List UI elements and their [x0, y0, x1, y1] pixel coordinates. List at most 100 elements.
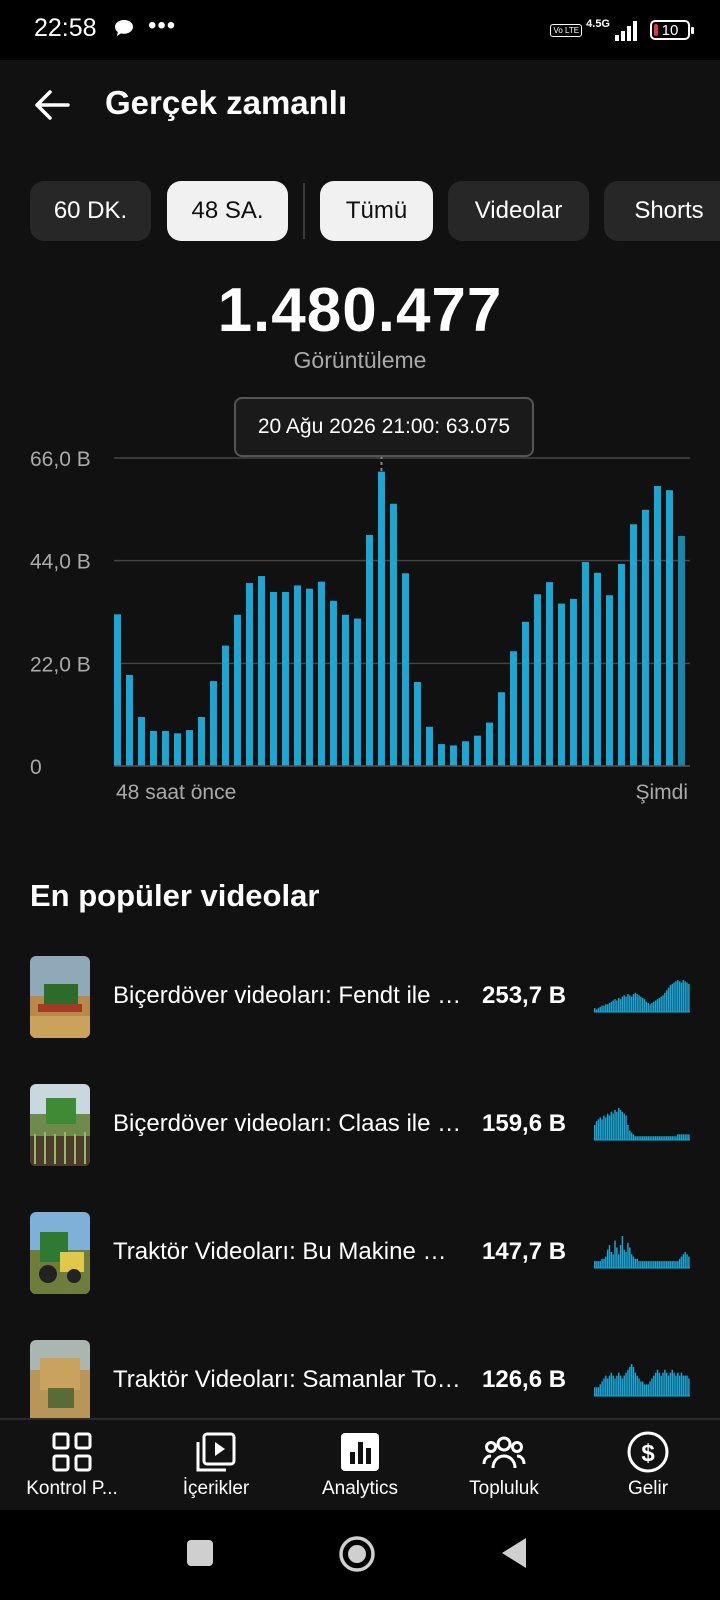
chart-bar[interactable] [282, 591, 289, 766]
spark-bar [678, 981, 681, 1012]
chart-bar[interactable] [606, 595, 613, 766]
spark-bar [599, 1117, 601, 1140]
chart-bar[interactable] [294, 585, 301, 766]
chart-bar[interactable] [474, 735, 481, 766]
chart-bar[interactable] [654, 486, 661, 766]
spark-bar [632, 1256, 635, 1268]
spark-bar [638, 995, 640, 1012]
app-header: Gerçek zamanlı [0, 60, 720, 150]
chart-bar[interactable] [666, 490, 673, 766]
chart-bar[interactable] [510, 651, 517, 766]
spark-bar [654, 1372, 657, 1396]
spark-bar [601, 1005, 603, 1012]
spark-bar [649, 1381, 651, 1396]
chart-bar[interactable] [522, 621, 529, 766]
video-sparkline [594, 1364, 690, 1397]
chart-bar[interactable] [198, 717, 205, 766]
chart-bar[interactable] [390, 503, 397, 766]
chart-bar[interactable] [378, 471, 385, 766]
chart-bar[interactable] [630, 524, 637, 766]
spark-bar [660, 1136, 662, 1140]
spark-bar [656, 1369, 659, 1396]
video-row[interactable]: Traktör Videoları: Bu Makine Çok Güçlü 1… [0, 1196, 720, 1324]
chart-bar[interactable] [330, 600, 337, 766]
chart-bar[interactable] [138, 717, 145, 766]
spark-bar [673, 1372, 675, 1396]
chart-bar[interactable] [462, 741, 469, 766]
chart-bar[interactable] [414, 682, 421, 766]
chip-60-minutes[interactable]: 60 DK. [30, 181, 151, 241]
chart-bar[interactable] [498, 692, 505, 766]
spark-bar [608, 1003, 611, 1012]
battery-icon: 10 [650, 20, 694, 40]
chart-bar[interactable] [162, 731, 169, 766]
spark-bar [595, 1121, 598, 1140]
chart-bar[interactable] [234, 614, 241, 766]
chart-bar[interactable] [558, 603, 565, 766]
chart-bar[interactable] [642, 509, 649, 766]
nav-label: Analytics [321, 1478, 399, 1499]
spark-bar [664, 992, 666, 1012]
chart-bar[interactable] [618, 563, 625, 766]
chart-bar[interactable] [246, 583, 253, 766]
spark-bar [632, 994, 635, 1012]
nav-analytics[interactable]: Analytics [288, 1420, 432, 1512]
spark-bar [621, 996, 624, 1012]
chart-bar[interactable] [438, 744, 445, 766]
spark-bar [660, 996, 662, 1012]
chip-all[interactable]: Tümü [320, 181, 433, 241]
spark-bar [612, 1113, 614, 1140]
chart-bar[interactable] [366, 535, 373, 766]
spark-bar [669, 1261, 672, 1268]
chart-bar[interactable] [678, 535, 685, 766]
spark-bar [619, 1245, 622, 1268]
nav-earn[interactable]: $ Gelir [576, 1420, 720, 1512]
chart-bar[interactable] [318, 581, 325, 766]
spark-bar [660, 1375, 662, 1396]
chart-bar[interactable] [594, 572, 601, 766]
chart-bar[interactable] [570, 598, 577, 766]
nav-community[interactable]: Topluluk [432, 1420, 576, 1512]
spark-bar [667, 1136, 670, 1140]
spark-bar [664, 1369, 666, 1396]
spark-bar [662, 1136, 664, 1140]
chart-bar[interactable] [354, 618, 361, 766]
chip-48-hours[interactable]: 48 SA. [167, 181, 288, 241]
spark-bar [645, 1001, 648, 1012]
arrow-left-icon[interactable] [32, 85, 72, 125]
chart-bar[interactable] [426, 726, 433, 766]
recents-icon[interactable] [186, 1539, 214, 1567]
chart-bar[interactable] [126, 675, 133, 766]
spark-bar [612, 1375, 614, 1396]
status-time: 22:58 [34, 14, 97, 42]
video-title: Traktör Videoları: Samanlar Toplanıyor [113, 1366, 463, 1393]
spark-bar [669, 985, 672, 1012]
chart-bar[interactable] [486, 722, 493, 766]
chart-bar[interactable] [450, 745, 457, 766]
spark-bar [656, 999, 659, 1012]
spark-bar [664, 1261, 666, 1268]
nav-content[interactable]: İçerikler [144, 1420, 288, 1512]
video-row[interactable]: Traktör Videoları: Samanlar Toplanıyor 1… [0, 1324, 720, 1418]
chart-bar[interactable] [222, 645, 229, 766]
chart-bar[interactable] [342, 614, 349, 766]
chart-bar[interactable] [306, 588, 313, 766]
chart-bar[interactable] [270, 591, 277, 766]
chart-bar[interactable] [114, 614, 121, 766]
back-nav-icon[interactable] [500, 1536, 528, 1570]
chart-bar[interactable] [186, 730, 193, 766]
chip-videos[interactable]: Videolar [448, 181, 589, 241]
chart-bar[interactable] [150, 731, 157, 766]
chip-shorts[interactable]: Shorts [604, 181, 720, 241]
chart-bar[interactable] [258, 576, 265, 766]
home-icon[interactable] [338, 1535, 376, 1573]
chart-bar[interactable] [534, 594, 541, 766]
chart-bar[interactable] [174, 733, 181, 766]
chart-bar[interactable] [582, 562, 589, 766]
video-row[interactable]: Biçerdöver videoları: Fendt ile Buğday H… [0, 940, 720, 1068]
chart-bar[interactable] [402, 573, 409, 766]
video-row[interactable]: Biçerdöver videoları: Claas ile Mısır Ha… [0, 1068, 720, 1196]
nav-dashboard[interactable]: Kontrol P... [0, 1420, 144, 1512]
chart-bar[interactable] [546, 582, 553, 766]
chart-bar[interactable] [210, 681, 217, 766]
